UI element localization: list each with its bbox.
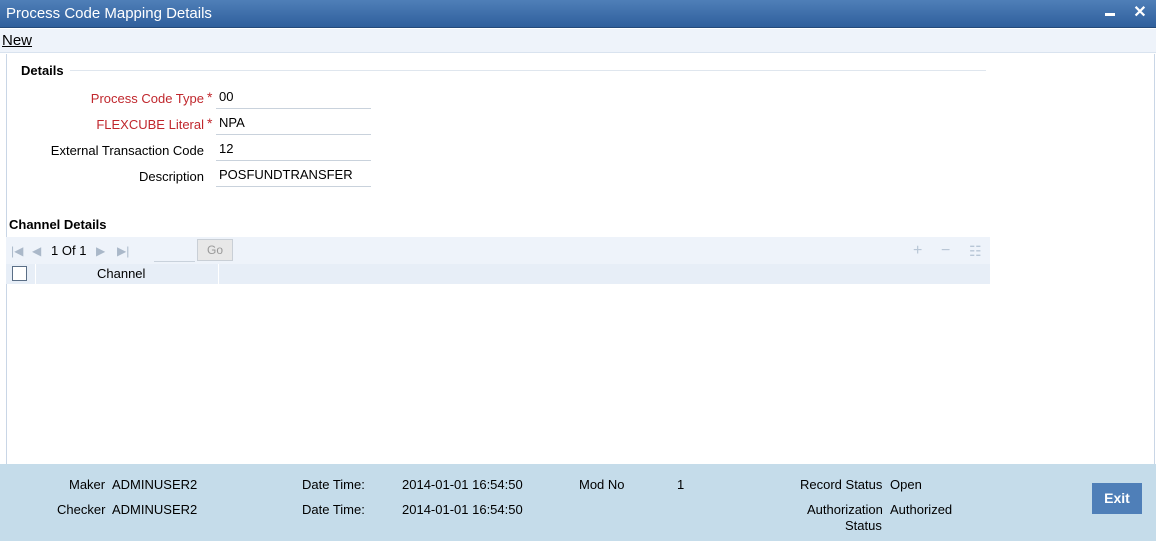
mod-no-label: Mod No: [579, 477, 625, 492]
required-marker: *: [207, 89, 213, 105]
column-separator: [218, 264, 219, 284]
audit-footer: Maker ADMINUSER2 Checker ADMINUSER2 Date…: [0, 464, 1156, 541]
of-label: Of: [61, 243, 76, 258]
new-link[interactable]: New: [2, 32, 32, 49]
record-status-value: Open: [890, 477, 922, 492]
add-row-icon[interactable]: +: [913, 242, 922, 260]
current-page: 1: [51, 243, 59, 258]
authorization-status-value: Authorized: [890, 502, 953, 517]
flexcube-literal-label: FLEXCUBE Literal: [96, 117, 204, 132]
exit-button[interactable]: Exit: [1092, 483, 1142, 514]
next-page-icon[interactable]: ▶: [96, 244, 105, 258]
checker-date-time-value: 2014-01-01 16:54:50: [402, 502, 523, 517]
flexcube-literal-field[interactable]: NPA: [216, 113, 371, 135]
mod-no-value: 1: [677, 477, 685, 492]
menu-bar: New: [0, 29, 1156, 53]
maker-date-time-label: Date Time:: [302, 477, 365, 492]
last-page-icon[interactable]: ▶|: [117, 244, 129, 258]
first-page-icon[interactable]: |◀: [11, 244, 23, 258]
total-pages: 1: [79, 243, 87, 258]
column-separator: [35, 264, 36, 284]
window-title: Process Code Mapping Details: [6, 5, 212, 22]
channel-grid-toolbar: |◀ ◀ 1 Of 1 ▶ ▶| Go + − ☷: [6, 237, 990, 264]
channel-details-section-title: Channel Details: [9, 217, 107, 232]
details-section-title: Details: [21, 63, 64, 78]
checker-date-time-label: Date Time:: [302, 502, 365, 517]
pagination-text: 1 Of 1: [51, 243, 86, 258]
maker-value: ADMINUSER2: [112, 477, 198, 492]
channel-column-header: Channel: [97, 266, 146, 281]
minimize-icon[interactable]: [1101, 4, 1119, 22]
delete-row-icon[interactable]: −: [941, 242, 950, 260]
select-all-checkbox[interactable]: [12, 266, 27, 281]
external-transaction-code-field[interactable]: 12: [216, 139, 371, 161]
required-marker: *: [207, 115, 213, 131]
description-label: Description: [138, 169, 204, 184]
details-divider: [70, 70, 986, 71]
maker-date-time-value: 2014-01-01 16:54:50: [402, 477, 523, 492]
description-field[interactable]: POSFUNDTRANSFER: [216, 165, 371, 187]
window-titlebar: Process Code Mapping Details ✕: [0, 0, 1156, 28]
checker-value: ADMINUSER2: [112, 502, 198, 517]
maker-label: Maker: [69, 477, 106, 492]
prev-page-icon[interactable]: ◀: [32, 244, 41, 258]
view-rows-icon[interactable]: ☷: [969, 243, 982, 260]
go-button[interactable]: Go: [197, 239, 233, 261]
external-transaction-code-label: External Transaction Code: [50, 143, 204, 158]
authorization-status-label-line2: Status: [845, 518, 882, 533]
channel-grid-header: Channel: [6, 264, 990, 284]
checker-label: Checker: [57, 502, 106, 517]
authorization-status-label: Authorization: [807, 502, 883, 517]
frame-border-right: [1154, 54, 1155, 464]
close-icon[interactable]: ✕: [1131, 4, 1149, 22]
process-code-type-field[interactable]: 00: [216, 87, 371, 109]
process-code-type-label: Process Code Type: [90, 91, 204, 106]
page-number-input[interactable]: [154, 240, 195, 262]
record-status-label: Record Status: [800, 477, 883, 492]
